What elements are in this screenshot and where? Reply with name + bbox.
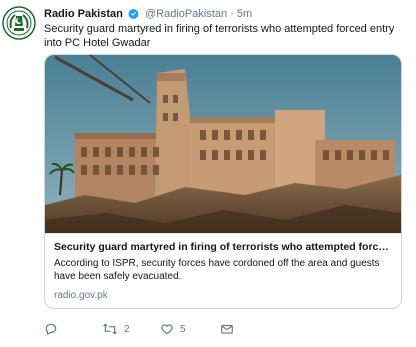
like-button[interactable]: 5 — [160, 320, 186, 338]
retweet-icon — [103, 323, 117, 335]
like-count: 5 — [180, 323, 186, 335]
card-description: According to ISPR, security forces have … — [54, 258, 380, 282]
verified-badge-icon — [128, 8, 139, 20]
avatar[interactable] — [2, 6, 36, 40]
card-body: Security guard martyred in firing of ter… — [45, 233, 401, 308]
tweet-actions: 2 5 — [44, 320, 384, 338]
tweet[interactable]: Radio Pakistan @RadioPakistan · 5m Secur… — [0, 0, 416, 347]
reply-icon — [45, 323, 57, 335]
envelope-icon — [221, 324, 233, 334]
separator-dot: · — [230, 8, 234, 20]
radio-pakistan-logo-icon — [2, 6, 36, 40]
retweet-count: 2 — [124, 323, 130, 335]
reply-button[interactable] — [44, 320, 64, 338]
tweet-text: Security guard martyred in firing of ter… — [44, 23, 395, 49]
author-name[interactable]: Radio Pakistan — [44, 8, 123, 20]
direct-message-button[interactable] — [220, 320, 234, 338]
heart-icon — [161, 324, 173, 335]
hotel-photo — [45, 55, 401, 233]
tweet-timestamp[interactable]: 5m — [237, 8, 252, 20]
card-title[interactable]: Security guard martyred in firing of ter… — [54, 241, 394, 254]
author-handle[interactable]: @RadioPakistan — [145, 8, 227, 20]
link-card[interactable]: Security guard martyred in firing of ter… — [44, 54, 402, 309]
card-domain[interactable]: radio.gov.pk — [54, 290, 108, 302]
tweet-header: Radio Pakistan @RadioPakistan · 5m — [44, 6, 408, 22]
retweet-button[interactable]: 2 — [102, 320, 130, 338]
